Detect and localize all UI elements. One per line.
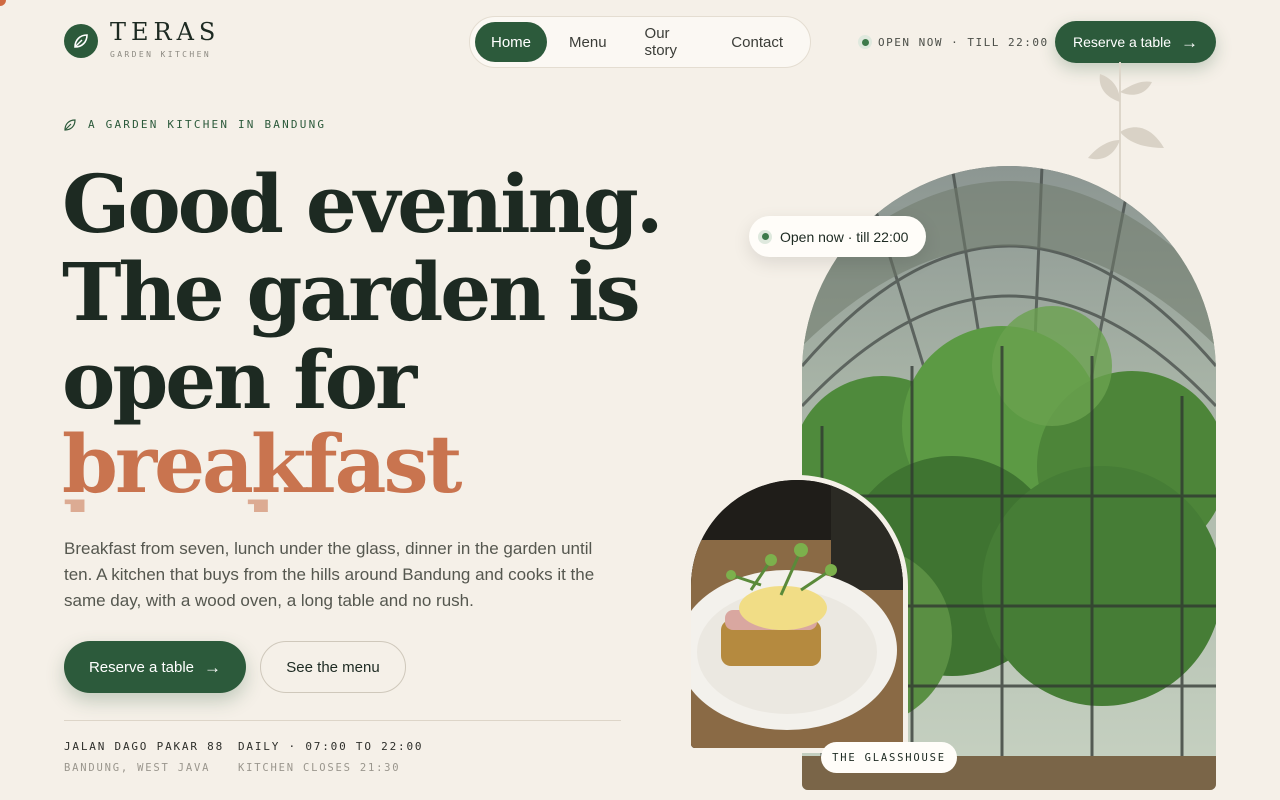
address-line-2: BANDUNG, WEST JAVA bbox=[64, 762, 211, 774]
arrow-right-icon: → bbox=[204, 657, 222, 677]
open-now-pill-text: Open now · till 22:00 bbox=[780, 228, 909, 245]
open-status-text: OPEN NOW · TILL 22:00 bbox=[878, 35, 1049, 49]
hours-line-1: DAILY · 07:00 TO 22:00 bbox=[238, 740, 424, 753]
hero-lead: Breakfast from seven, lunch under the gl… bbox=[64, 539, 595, 610]
hero-reserve-label: Reserve a table bbox=[88, 658, 195, 676]
sprig-icon bbox=[1088, 62, 1164, 202]
headline-line-3: open for bbox=[62, 333, 417, 427]
divider bbox=[64, 720, 621, 721]
header-reserve-button[interactable]: Reserve a table → bbox=[1055, 21, 1216, 63]
brand-tagline: GARDEN KITCHEN bbox=[110, 50, 212, 59]
brand-logo[interactable]: TERAS GARDEN KITCHEN bbox=[64, 18, 220, 59]
headline-rotator: breakfast lunch bbox=[62, 424, 662, 512]
brand-name: TERAS bbox=[110, 18, 221, 46]
main-nav: Home Menu Our story Contact bbox=[469, 16, 811, 68]
arrow-right-icon: → bbox=[1181, 32, 1199, 52]
headline-line-1: Good evening. bbox=[62, 157, 664, 251]
nav-item-our-story[interactable]: Our story bbox=[629, 22, 710, 62]
hero-headline: Good evening. The garden is open for bre… bbox=[62, 157, 664, 512]
address-line-1: JALAN DAGO PAKAR 88 bbox=[64, 740, 225, 753]
header-reserve-label: Reserve a table bbox=[1072, 34, 1172, 50]
see-menu-button[interactable]: See the menu bbox=[260, 641, 406, 693]
open-status: OPEN NOW · TILL 22:00 bbox=[858, 35, 1049, 49]
headline-line-2: The garden is bbox=[62, 245, 641, 339]
hero-eyebrow-text: A GARDEN KITCHEN IN BANDUNG bbox=[88, 118, 327, 131]
status-dot-icon bbox=[758, 229, 772, 244]
glasshouse-tag: THE GLASSHOUSE bbox=[821, 742, 957, 773]
nav-item-menu[interactable]: Menu bbox=[553, 22, 623, 62]
hero-eyebrow: A GARDEN KITCHEN IN BANDUNG bbox=[64, 118, 326, 131]
open-now-pill: Open now · till 22:00 bbox=[749, 216, 926, 257]
leaf-icon bbox=[64, 24, 98, 58]
hero-reserve-button[interactable]: Reserve a table → bbox=[64, 641, 246, 693]
rotating-word-next: lunch bbox=[62, 492, 662, 512]
dish-photo-frame bbox=[686, 475, 908, 753]
status-dot-icon bbox=[858, 35, 872, 49]
address-info: JALAN DAGO PAKAR 88 BANDUNG, WEST JAVA bbox=[64, 740, 224, 774]
nav-item-home[interactable]: Home bbox=[475, 22, 548, 62]
hours-info: DAILY · 07:00 TO 22:00 KITCHEN CLOSES 21… bbox=[238, 740, 423, 774]
corner-dot bbox=[0, 0, 6, 6]
nav-item-contact[interactable]: Contact bbox=[715, 22, 799, 62]
hours-line-2: KITCHEN CLOSES 21:30 bbox=[238, 762, 401, 774]
leaf-icon bbox=[64, 118, 76, 131]
dish-photo bbox=[691, 480, 903, 748]
